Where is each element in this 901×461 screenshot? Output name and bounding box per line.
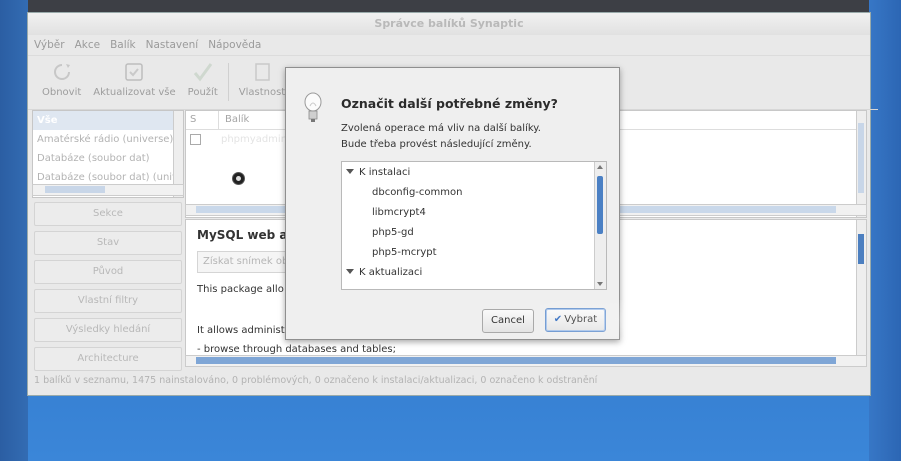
expander-icon[interactable] (346, 169, 354, 174)
menubar: Výběr Akce Balík Nastavení Nápověda (28, 35, 870, 56)
description-title: MySQL web ad (197, 228, 297, 242)
toolbar-separator (227, 63, 229, 101)
changes-tree: K instalaci dbconfig-common libmcrypt4 p… (341, 161, 607, 290)
sections-button[interactable]: Sekce (34, 202, 182, 226)
description-scrollbar[interactable] (856, 220, 866, 360)
section-list-hscrollbar[interactable] (32, 184, 184, 196)
origin-button[interactable]: Původ (34, 260, 182, 284)
get-screenshot-button[interactable]: Získat snímek obr (197, 251, 294, 273)
menu-balik[interactable]: Balík (109, 39, 137, 51)
lightbulb-icon (304, 92, 322, 122)
mark-all-upgrades-label: Aktualizovat vše (93, 87, 176, 98)
scroll-thumb[interactable] (858, 123, 864, 193)
package-table-scrollbar[interactable] (856, 111, 866, 217)
mark-button-label: Vybrat (564, 314, 598, 325)
desktop-left-edge (0, 0, 28, 461)
description-text: This package allo (197, 284, 284, 295)
apply-button[interactable]: Použít (182, 57, 224, 102)
cancel-button[interactable]: Cancel (482, 309, 534, 333)
tree-item[interactable]: libmcrypt4 (372, 204, 426, 222)
package-name: phpmyadmin (221, 133, 288, 145)
tree-item[interactable]: php5-gd (372, 224, 414, 242)
section-item[interactable]: Databáze (soubor dat) (33, 149, 183, 168)
dialog-title: Označit další potřebné změny? (341, 96, 558, 111)
description-text: It allows administ (197, 325, 285, 336)
custom-filters-button[interactable]: Vlastní filtry (34, 289, 182, 313)
mark-changes-dialog: Označit další potřebné změny? Zvolená op… (285, 67, 620, 340)
check-icon (193, 63, 212, 82)
scroll-up-icon[interactable] (597, 165, 603, 169)
column-package[interactable]: Balík (219, 111, 249, 129)
upgrade-icon (125, 63, 144, 81)
properties-icon (255, 63, 271, 81)
search-results-button[interactable]: Výsledky hledání (34, 318, 182, 342)
mark-button[interactable]: ✔ Vybrat (545, 308, 606, 332)
dialog-text: Zvolená operace má vliv na další balíky. (341, 123, 541, 134)
menu-akce[interactable]: Akce (74, 39, 102, 51)
dialog-text: Bude třeba provést následující změny. (341, 139, 532, 150)
package-checkbox[interactable] (190, 133, 201, 145)
section-item[interactable]: Vše (33, 111, 183, 130)
menu-vyber[interactable]: Výběr (33, 39, 66, 51)
scroll-thumb[interactable] (45, 186, 105, 193)
description-text: - browse through databases and tables; (197, 344, 396, 355)
scroll-down-icon[interactable] (597, 282, 603, 286)
scroll-thumb[interactable] (858, 234, 864, 264)
expander-icon[interactable] (346, 269, 354, 274)
status-bar: 1 balíků v seznamu, 1475 nainstalováno, … (34, 375, 598, 386)
architecture-button[interactable]: Architecture (34, 347, 182, 371)
tree-item[interactable]: dbconfig-common (372, 184, 462, 202)
tree-group-upgrade[interactable]: K aktualizaci (342, 264, 422, 282)
mark-all-upgrades-button[interactable]: Aktualizovat vše (87, 57, 181, 102)
check-icon: ✔ (553, 314, 563, 325)
column-status[interactable]: S (186, 111, 219, 129)
mouse-cursor-icon (232, 172, 245, 185)
properties-label: Vlastnosti (238, 87, 288, 98)
scroll-thumb[interactable] (196, 357, 836, 364)
status-button[interactable]: Stav (34, 231, 182, 255)
section-item[interactable]: Amatérské rádio (universe) (33, 130, 183, 149)
reload-button[interactable]: Obnovit (36, 57, 87, 102)
scroll-thumb[interactable] (597, 176, 603, 234)
reload-label: Obnovit (42, 87, 82, 98)
tree-group-label: K aktualizaci (359, 267, 423, 278)
tree-item[interactable]: php5-mcrypt (372, 244, 437, 262)
apply-label: Použít (187, 87, 218, 98)
window-title: Správce balíků Synaptic (28, 13, 870, 35)
menu-nastaveni[interactable]: Nastavení (145, 39, 200, 51)
tree-group-label: K instalaci (359, 167, 411, 178)
tree-scrollbar[interactable] (594, 162, 606, 289)
reload-icon (53, 64, 70, 80)
description-hscrollbar[interactable] (185, 355, 867, 367)
menu-napoveda[interactable]: Nápověda (207, 39, 262, 51)
tree-group-install[interactable]: K instalaci (342, 164, 410, 182)
